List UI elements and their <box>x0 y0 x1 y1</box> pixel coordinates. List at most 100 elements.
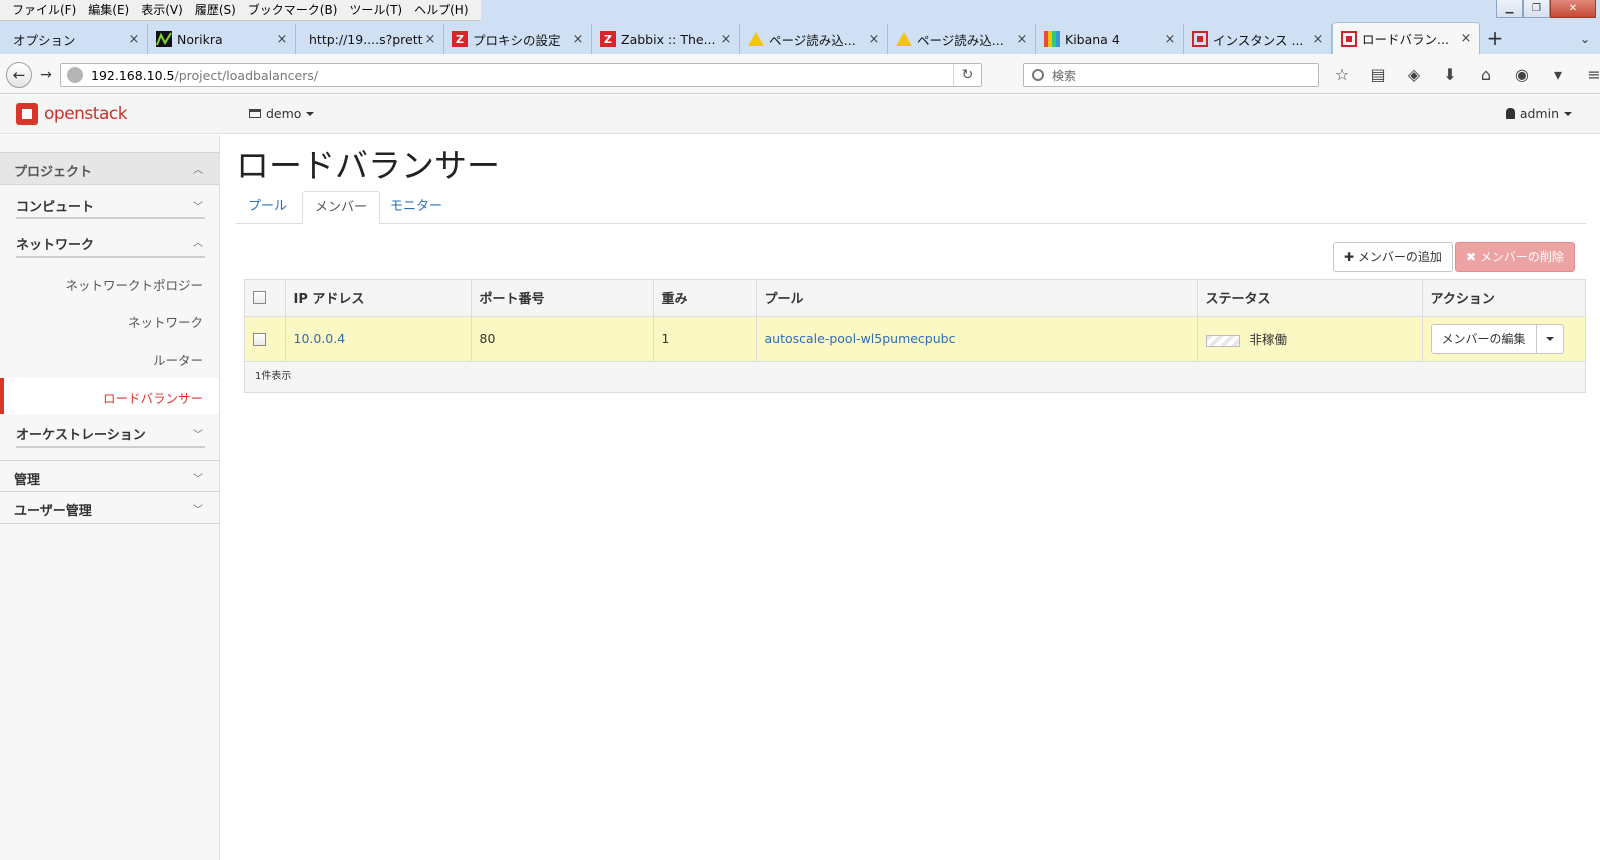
restore-icon[interactable]: ❐ <box>1523 0 1550 18</box>
add-member-button[interactable]: ✚ メンバーの追加 <box>1333 242 1453 272</box>
tab-close-icon[interactable]: × <box>127 32 141 47</box>
menu-file[interactable]: ファイル(F) <box>6 0 82 20</box>
search-input[interactable]: 検索 <box>1023 63 1319 87</box>
download-icon[interactable]: ⬇ <box>1432 64 1468 86</box>
sidebar-item-routers[interactable]: ルーター <box>153 350 203 369</box>
tab-list-icon[interactable]: ⌄ <box>1570 24 1600 54</box>
sidebar-group-orchestration[interactable]: オーケストレーション <box>16 424 146 443</box>
browser-tab[interactable]: オプション × <box>0 24 148 54</box>
sidebar-item-network-topology[interactable]: ネットワークトポロジー <box>65 275 203 294</box>
tab-title: オプション <box>13 32 76 48</box>
tab-title: Norikra <box>177 31 223 47</box>
menu-help[interactable]: ヘルプ(H) <box>408 0 474 20</box>
browser-tab[interactable]: ページ読み込... × <box>888 24 1036 54</box>
bookmark-star-icon[interactable]: ☆ <box>1324 64 1360 86</box>
chevron-up-icon: ︿ <box>193 165 203 176</box>
tab-monitors[interactable]: モニター <box>378 191 454 224</box>
new-tab-button[interactable]: + <box>1480 24 1510 54</box>
tab-close-icon[interactable]: × <box>1311 32 1325 47</box>
kibana-icon <box>1044 31 1060 47</box>
screenshot-icon[interactable]: ◉ <box>1504 64 1540 86</box>
search-placeholder: 検索 <box>1052 68 1077 83</box>
sidebar-item-load-balancers[interactable]: ロードバランサー <box>0 378 219 414</box>
cell-actions: メンバーの編集 <box>1422 316 1585 362</box>
tab-close-icon[interactable]: × <box>1015 32 1029 47</box>
select-all-checkbox[interactable] <box>253 291 266 305</box>
edit-member-button[interactable]: メンバーの編集 <box>1432 324 1537 353</box>
member-ip-link[interactable]: 10.0.0.4 <box>294 331 346 346</box>
menu-view[interactable]: 表示(V) <box>135 0 189 20</box>
menu-history[interactable]: 履歴(S) <box>189 0 242 20</box>
project-switcher[interactable]: demo <box>249 106 315 121</box>
column-header-port[interactable]: ポート番号 <box>471 280 654 317</box>
tab-members[interactable]: メンバー <box>302 191 381 225</box>
browser-tab-active[interactable]: ロードバラン... × <box>1332 22 1480 54</box>
tab-close-icon[interactable]: × <box>719 32 733 47</box>
cell-port: 80 <box>471 316 654 362</box>
logo-text: openstack <box>44 104 128 124</box>
column-header-pool[interactable]: プール <box>756 280 1198 317</box>
caret-down-icon <box>1564 111 1572 116</box>
pocket-icon[interactable]: ◈ <box>1396 64 1432 86</box>
forward-arrow-icon[interactable]: → <box>34 65 58 85</box>
tab-close-icon[interactable]: × <box>423 32 437 47</box>
sidebar-section-admin[interactable]: 管理 ﹀ <box>0 460 219 492</box>
tab-close-icon[interactable]: × <box>275 32 289 47</box>
menu-tools[interactable]: ツール(T) <box>343 0 408 20</box>
browser-tab-strip: オプション × Norikra × http://19....s?pretty … <box>0 21 1600 54</box>
browser-tab[interactable]: Kibana 4 × <box>1036 24 1184 54</box>
warning-icon <box>896 32 912 46</box>
dropdown-icon[interactable]: ▾ <box>1540 64 1576 86</box>
tab-close-icon[interactable]: × <box>867 32 881 47</box>
browser-tab[interactable]: Z プロキシの設定 × <box>444 24 592 54</box>
reading-list-icon[interactable]: ▤ <box>1360 64 1396 86</box>
sidebar-item-networks[interactable]: ネットワーク <box>128 312 203 331</box>
browser-nav-toolbar: ← → 192.168.10.5 /project/loadbalancers/… <box>0 54 1600 94</box>
caret-down-icon <box>1545 336 1554 341</box>
openstack-logo[interactable]: openstack <box>16 103 128 125</box>
row-select-cell <box>245 316 286 362</box>
menu-edit[interactable]: 編集(E) <box>82 0 135 20</box>
tab-close-icon[interactable]: × <box>1163 32 1177 47</box>
tab-title: プロキシの設定 <box>473 32 561 48</box>
back-arrow-icon[interactable]: ← <box>6 62 32 88</box>
row-checkbox[interactable] <box>253 333 266 346</box>
chevron-down-icon: ﹀ <box>193 474 203 485</box>
pool-link[interactable]: autoscale-pool-wl5pumecpubc <box>765 331 956 346</box>
home-icon[interactable]: ⌂ <box>1468 64 1504 86</box>
sidebar-group-compute[interactable]: コンピュート <box>16 196 94 215</box>
divider <box>16 217 205 219</box>
user-menu[interactable]: admin <box>1505 106 1572 121</box>
url-host: 192.168.10.5 <box>91 67 175 83</box>
sidebar-section-project[interactable]: プロジェクト ︿ <box>0 152 219 185</box>
url-bar[interactable]: 192.168.10.5 /project/loadbalancers/ ↻ <box>60 63 982 87</box>
minimize-icon[interactable]: ▁ <box>1496 0 1523 18</box>
norikra-icon <box>156 31 172 47</box>
column-header-weight[interactable]: 重み <box>653 280 757 317</box>
table-header-row: IP アドレス ポート番号 重み プール ステータス アクション <box>245 280 1585 317</box>
column-header-status[interactable]: ステータス <box>1197 280 1423 317</box>
sidebar-section-identity[interactable]: ユーザー管理 ﹀ <box>0 492 219 524</box>
tab-pools[interactable]: プール <box>236 191 299 224</box>
hamburger-menu-icon[interactable]: ≡ <box>1576 64 1600 86</box>
tab-title: ロードバラン... <box>1362 32 1449 47</box>
site-identity-icon[interactable] <box>67 67 83 83</box>
column-header-ip[interactable]: IP アドレス <box>285 280 472 317</box>
browser-tab[interactable]: ページ読み込... × <box>740 24 888 54</box>
browser-tab[interactable]: Z Zabbix :: The... × <box>592 24 740 54</box>
tab-close-icon[interactable]: × <box>571 32 585 47</box>
openstack-header: openstack demo admin <box>0 95 1600 134</box>
tab-close-icon[interactable]: × <box>1459 31 1473 46</box>
sidebar-section-title: ユーザー管理 <box>14 504 92 519</box>
browser-tab[interactable]: http://19....s?pretty × <box>296 24 444 54</box>
sidebar-section-title: プロジェクト <box>14 165 93 180</box>
sidebar-group-network[interactable]: ネットワーク <box>16 234 94 253</box>
reload-icon[interactable]: ↻ <box>953 64 981 86</box>
delete-member-button[interactable]: ✖ メンバーの削除 <box>1455 242 1575 272</box>
divider <box>16 446 205 448</box>
action-dropdown-toggle[interactable] <box>1537 325 1563 353</box>
menu-bookmarks[interactable]: ブックマーク(B) <box>242 0 344 20</box>
browser-tab[interactable]: インスタンス ... × <box>1184 24 1332 54</box>
browser-tab[interactable]: Norikra × <box>148 24 296 54</box>
close-icon[interactable]: ✕ <box>1550 0 1596 18</box>
